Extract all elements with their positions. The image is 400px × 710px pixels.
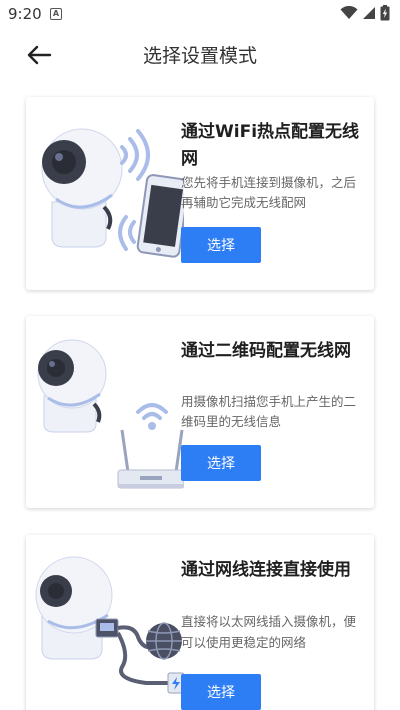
status-icons	[340, 5, 390, 21]
status-bar: 9:20 A	[0, 0, 400, 30]
mode-title: 通过二维码配置无线网	[181, 341, 351, 361]
camera-phone-wifi-illustration	[41, 128, 184, 258]
signal-icon	[363, 7, 375, 19]
camera-ethernet-globe-illustration	[35, 556, 184, 694]
select-qr-code-button[interactable]: 选择	[181, 445, 261, 481]
mode-card-wifi-hotspot[interactable]: 通过WiFi热点配置无线网 您先将手机连接到摄像机，之后再辅助它完成无线配网 选…	[26, 97, 374, 290]
select-ethernet-button[interactable]: 选择	[181, 674, 261, 710]
mode-card-ethernet[interactable]: 通过网线连接直接使用 直接将以太网线插入摄像机，便可以使用更稳定的网络 选择	[26, 535, 374, 710]
mode-description: 您先将手机连接到摄像机，之后再辅助它完成无线配网	[181, 175, 357, 210]
notification-icon: A	[50, 8, 62, 20]
page-title: 选择设置模式	[142, 45, 257, 67]
app-bar: 选择设置模式	[0, 30, 400, 78]
select-wifi-hotspot-button[interactable]: 选择	[181, 227, 261, 263]
status-time: 9:20	[8, 5, 42, 23]
battery-charging-icon	[380, 5, 390, 21]
mode-title: 通过网线连接直接使用	[181, 560, 351, 580]
mode-description: 用摄像机扫描您手机上产生的二维码里的无线信息	[181, 394, 357, 429]
mode-card-qr-code[interactable]: 通过二维码配置无线网 用摄像机扫描您手机上产生的二维码里的无线信息 选择	[26, 316, 374, 508]
mode-description: 直接将以太网线插入摄像机，便可以使用更稳定的网络	[181, 614, 357, 650]
wifi-icon	[340, 6, 358, 19]
camera-router-illustration	[37, 339, 184, 489]
mode-title: 通过WiFi热点配置无线网	[181, 122, 360, 169]
